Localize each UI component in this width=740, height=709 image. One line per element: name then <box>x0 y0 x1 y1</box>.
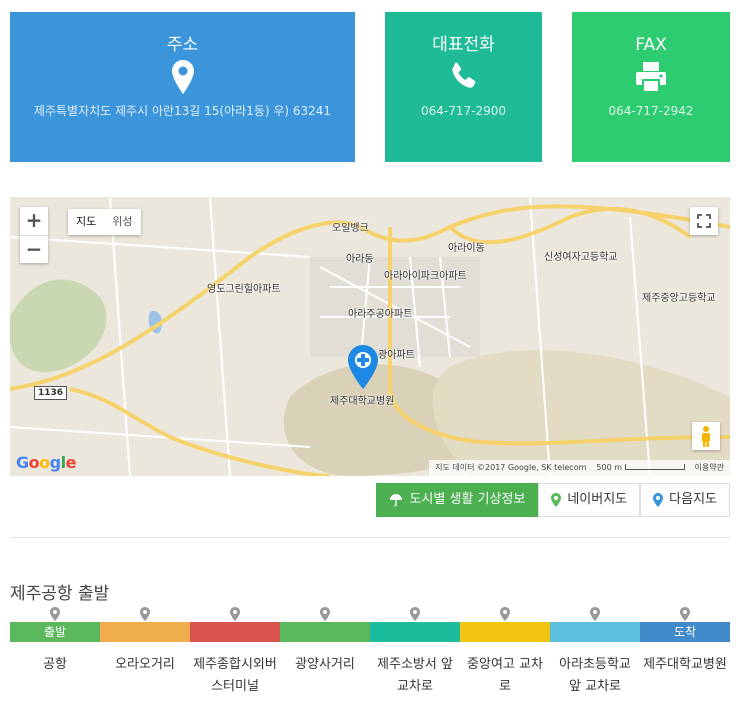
hospital-marker-icon[interactable] <box>348 345 378 389</box>
route-stop-label: 오라오거리 <box>115 657 175 672</box>
fullscreen-button[interactable] <box>690 207 718 235</box>
google-map[interactable]: + − 지도 위성 1136 오일뱅크 아라이동 아라동 아라아이파크아파트 신… <box>10 197 730 476</box>
route-stops: 공항 오라오거리 제주종합시외버스터미널 광양사거리 제주소방서 앞 교차로 중앙여고 교… <box>10 654 730 698</box>
map-attribution-bar: 지도 데이터 ©2017 Google, SK telecom 500 m 이용… <box>429 460 730 476</box>
route-stop-label: 아라초등학교 앞 교차로 <box>559 657 631 694</box>
zoom-in-button[interactable]: + <box>20 207 48 235</box>
route-segment <box>280 622 370 642</box>
address-text: 제주특별자치도 제주시 아란13길 15(아라1동) 우) 63241 <box>33 104 332 118</box>
fax-number: 064-717-2942 <box>608 104 694 118</box>
route-pin-icon <box>100 606 190 625</box>
address-card: 주소 제주특별자치도 제주시 아란13길 15(아라1동) 우) 63241 <box>10 12 355 162</box>
route-stop-label: 제주종합시외버스터미널 <box>193 657 277 694</box>
map-type-satellite-button[interactable]: 위성 <box>104 209 140 235</box>
map-label-jeju-central: 제주중앙고등학교 <box>642 293 716 304</box>
route-stop-label: 공항 <box>43 657 67 672</box>
fullscreen-icon <box>697 214 711 228</box>
street-view-button[interactable] <box>692 422 720 450</box>
weather-button-label: 도시별 생활 기상정보 <box>409 492 526 507</box>
google-logo[interactable]: Google <box>16 453 76 472</box>
weather-button[interactable]: 도시별 생활 기상정보 <box>376 483 539 517</box>
route-pin-icon <box>640 606 730 625</box>
route-segment <box>190 622 280 642</box>
map-label-ara-dong: 아라동 <box>346 254 374 265</box>
map-type-control: 지도 위성 <box>68 209 141 235</box>
printer-icon <box>636 62 666 93</box>
route-bar: 출발 도착 <box>10 622 730 642</box>
map-marker-icon <box>171 60 194 94</box>
daum-map-label: 다음지도 <box>669 492 717 507</box>
umbrella-icon <box>390 494 403 507</box>
phone-number[interactable]: 064-717-2900 <box>385 100 542 122</box>
map-label-gwangyang: 광아파트 <box>378 350 415 361</box>
map-type-map-button[interactable]: 지도 <box>68 209 104 235</box>
route-pin-icon <box>370 606 460 625</box>
route-stop-label: 제주소방서 앞 교차로 <box>377 657 453 694</box>
map-label-arajugong: 아라주공아파트 <box>348 309 413 320</box>
naver-map-label: 네이버지도 <box>567 492 628 507</box>
map-label-arai-park: 아라아이파크아파트 <box>384 271 467 282</box>
divider <box>10 537 730 538</box>
route-pin-icon <box>280 606 370 625</box>
map-terrain <box>10 197 730 476</box>
route-segment <box>100 622 190 642</box>
map-label-oilbank: 오일뱅크 <box>332 223 369 234</box>
route-segment <box>370 622 460 642</box>
route-pin-icon <box>460 606 550 625</box>
route-pins <box>10 606 730 622</box>
road-shield: 1136 <box>34 386 68 400</box>
map-attribution: 지도 데이터 ©2017 Google, SK telecom <box>435 463 587 472</box>
phone-icon <box>451 62 475 88</box>
naver-map-button[interactable]: 네이버지도 <box>538 483 641 517</box>
route-title: 제주공항 출발 <box>10 584 110 604</box>
zoom-out-button[interactable]: − <box>20 235 48 263</box>
map-link-buttons: 도시별 생활 기상정보 네이버지도 다음지도 <box>376 483 730 517</box>
route-diagram: 출발 도착 공항 오라오거리 제주종합시외버스터미널 광양사거리 제주소방서 앞 교차로 중… <box>10 606 730 698</box>
phone-card: 대표전화 064-717-2900 <box>385 12 542 162</box>
map-terms-link[interactable]: 이용약관 <box>695 460 724 476</box>
map-label-arai-dong: 아라이동 <box>448 243 485 254</box>
map-label-sinseong: 신성여자고등학교 <box>544 252 618 263</box>
map-label-hospital: 제주대학교병원 <box>330 396 395 407</box>
address-title: 주소 <box>166 35 199 55</box>
route-segment: 도착 <box>640 622 730 642</box>
fax-card: FAX 064-717-2942 <box>572 12 730 162</box>
zoom-control: + − <box>20 207 48 263</box>
phone-title: 대표전화 <box>432 35 495 55</box>
route-stop-label: 중앙여고 교차로 <box>467 657 543 694</box>
daum-map-button[interactable]: 다음지도 <box>640 483 730 517</box>
route-segment: 출발 <box>10 622 100 642</box>
map-scale: 500 m <box>596 460 685 476</box>
page: 주소 제주특별자치도 제주시 아란13길 15(아라1동) 우) 63241 대… <box>0 0 740 709</box>
route-segment <box>550 622 640 642</box>
map-pin-icon <box>653 493 664 507</box>
pegman-icon <box>702 426 710 447</box>
route-segment <box>460 622 550 642</box>
route-pin-icon <box>550 606 640 625</box>
route-stop-label: 광양사거리 <box>295 657 355 672</box>
route-pin-icon <box>190 606 280 625</box>
route-stop-label: 제주대학교병원 <box>643 657 727 672</box>
map-pin-icon <box>551 493 562 507</box>
map-label-yeongdo: 영도그린힐아파트 <box>207 284 281 295</box>
fax-title: FAX <box>635 35 667 55</box>
route-pin-icon <box>10 606 100 625</box>
